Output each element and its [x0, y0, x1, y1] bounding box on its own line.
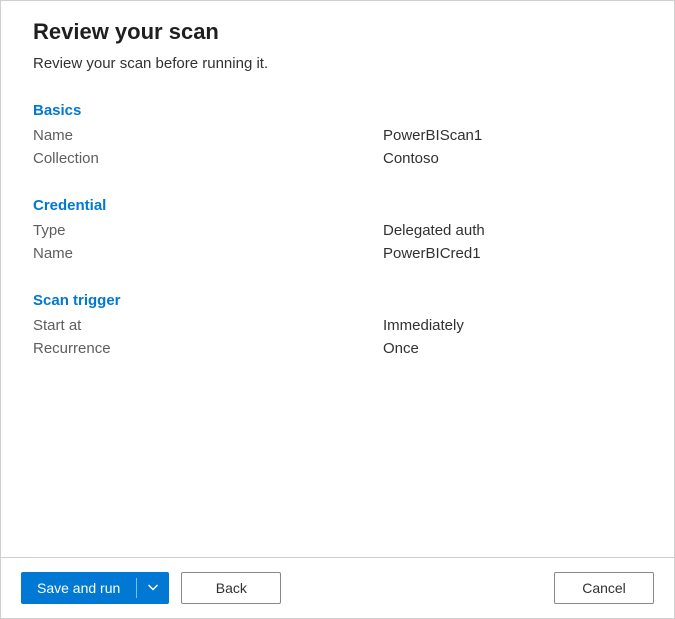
- section-credential: Credential Type Delegated auth Name Powe…: [33, 197, 642, 262]
- section-header-credential: Credential: [33, 197, 642, 214]
- value-name: PowerBIScan1: [383, 127, 482, 144]
- label-start-at: Start at: [33, 317, 383, 334]
- label-type: Type: [33, 222, 383, 239]
- section-header-scan-trigger: Scan trigger: [33, 292, 642, 309]
- save-and-run-split-button[interactable]: Save and run: [21, 572, 169, 604]
- save-and-run-label: Save and run: [21, 572, 136, 604]
- row-basics-name: Name PowerBIScan1: [33, 127, 642, 144]
- section-basics: Basics Name PowerBIScan1 Collection Cont…: [33, 102, 642, 167]
- review-scan-panel: Review your scan Review your scan before…: [0, 0, 675, 619]
- page-subtitle: Review your scan before running it.: [33, 55, 642, 72]
- chevron-down-icon: [147, 582, 159, 594]
- panel-content: Review your scan Review your scan before…: [1, 1, 674, 557]
- value-recurrence: Once: [383, 340, 419, 357]
- section-header-basics: Basics: [33, 102, 642, 119]
- label-credential-name: Name: [33, 245, 383, 262]
- panel-footer: Save and run Back Cancel: [1, 557, 674, 618]
- row-trigger-start: Start at Immediately: [33, 317, 642, 334]
- label-collection: Collection: [33, 150, 383, 167]
- value-start-at: Immediately: [383, 317, 464, 334]
- back-button[interactable]: Back: [181, 572, 281, 604]
- row-credential-name: Name PowerBICred1: [33, 245, 642, 262]
- save-and-run-chevron[interactable]: [137, 572, 169, 604]
- section-scan-trigger: Scan trigger Start at Immediately Recurr…: [33, 292, 642, 357]
- label-recurrence: Recurrence: [33, 340, 383, 357]
- row-credential-type: Type Delegated auth: [33, 222, 642, 239]
- cancel-button[interactable]: Cancel: [554, 572, 654, 604]
- value-collection: Contoso: [383, 150, 439, 167]
- label-name: Name: [33, 127, 383, 144]
- page-title: Review your scan: [33, 19, 642, 45]
- value-type: Delegated auth: [383, 222, 485, 239]
- row-basics-collection: Collection Contoso: [33, 150, 642, 167]
- value-credential-name: PowerBICred1: [383, 245, 481, 262]
- row-trigger-recurrence: Recurrence Once: [33, 340, 642, 357]
